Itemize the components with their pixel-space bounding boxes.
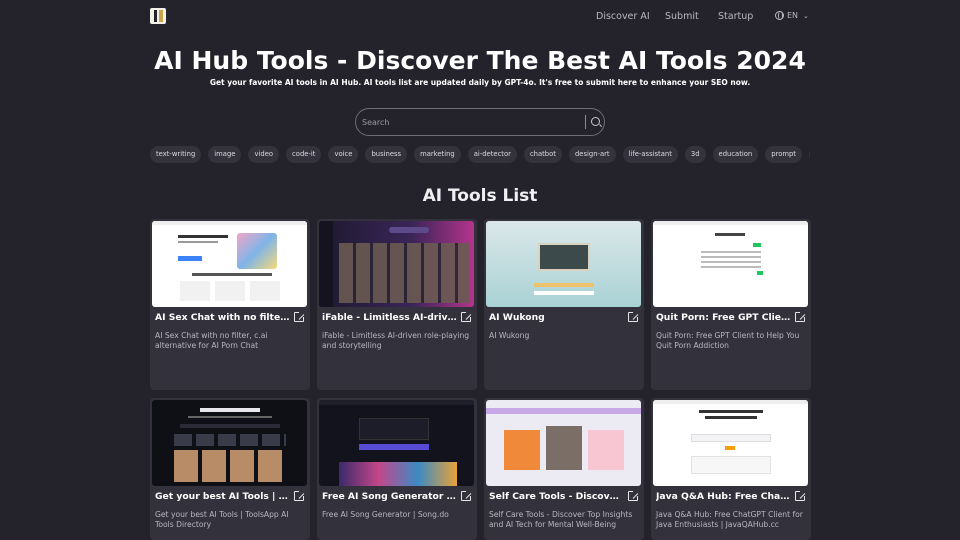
card-description: Quit Porn: Free GPT Client to Help You Q…	[656, 331, 800, 350]
card-title[interactable]: iFable - Limitless AI-driven role-playin…	[322, 312, 458, 323]
card-thumbnail	[486, 400, 641, 486]
external-link-icon[interactable]	[461, 311, 472, 322]
card-description: Java Q&A Hub: Free ChatGPT Client for Ja…	[656, 510, 803, 529]
tag-ai-detector[interactable]: ai-detector	[467, 146, 517, 163]
card-thumbnail	[486, 221, 641, 307]
tag-life-assistant[interactable]: life-assistant	[622, 146, 678, 163]
language-label: EN	[787, 11, 799, 20]
external-link-icon[interactable]	[628, 490, 639, 501]
tool-card[interactable]: AI Wukong AI Wukong	[484, 219, 644, 390]
card-description: Get your best AI Tools | ToolsApp AI Too…	[155, 510, 289, 529]
external-link-icon[interactable]	[628, 311, 639, 322]
card-thumbnail	[152, 400, 307, 486]
tag-voice[interactable]: voice	[328, 146, 359, 163]
search-divider	[585, 115, 586, 129]
language-selector[interactable]: EN ⌄	[775, 11, 809, 20]
card-thumbnail	[319, 221, 474, 307]
card-thumbnail	[152, 221, 307, 307]
tag-chatbot[interactable]: chatbot	[523, 146, 562, 163]
external-link-icon[interactable]	[461, 490, 472, 501]
card-thumbnail	[319, 400, 474, 486]
page-subtitle: Get your favorite AI tools in AI Hub. AI…	[209, 78, 751, 87]
external-link-icon[interactable]	[294, 311, 305, 322]
external-link-icon[interactable]	[795, 311, 806, 322]
tag-marketing[interactable]: marketing	[414, 146, 461, 163]
tag-education[interactable]: education	[712, 146, 759, 163]
tag-3d[interactable]: 3d	[684, 146, 706, 163]
header: Discover AI Submit Startup EN ⌄	[0, 0, 960, 32]
card-description: iFable - Limitless AI-driven role-playin…	[322, 331, 470, 350]
card-title[interactable]: Quit Porn: Free GPT Client to Help You Q…	[656, 312, 792, 323]
tool-card[interactable]: Free AI Song Generator | Song.do Free AI…	[317, 398, 477, 540]
card-title[interactable]: Free AI Song Generator | Song.do	[322, 491, 458, 502]
nav-startup[interactable]: Startup	[718, 11, 753, 22]
tag-text-writing[interactable]: text-writing	[150, 146, 202, 163]
tag-image[interactable]: image	[208, 146, 242, 163]
tag-code-it[interactable]: code-it	[286, 146, 322, 163]
card-title[interactable]: Java Q&A Hub: Free ChatGPT Client for Ja…	[656, 491, 792, 502]
tool-card[interactable]: Java Q&A Hub: Free ChatGPT Client for Ja…	[651, 398, 811, 540]
nav-submit[interactable]: Submit	[665, 11, 699, 22]
card-description: Self Care Tools - Discover Top Insights …	[489, 510, 633, 529]
tag-prompt[interactable]: prompt	[765, 146, 802, 163]
tool-card[interactable]: iFable - Limitless AI-driven role-playin…	[317, 219, 477, 390]
tool-card[interactable]: Quit Porn: Free GPT Client to Help You Q…	[651, 219, 811, 390]
tag-video[interactable]: video	[248, 146, 280, 163]
search-icon[interactable]	[591, 117, 600, 126]
tag-design-art[interactable]: design-art	[568, 146, 616, 163]
card-description: AI Sex Chat with no filter, c.ai alterna…	[155, 331, 268, 350]
tool-card[interactable]: AI Sex Chat with no filter, c.ai alterna…	[150, 219, 310, 390]
card-title[interactable]: Self Care Tools - Discover Top Insights …	[489, 491, 625, 502]
tag-business[interactable]: business	[365, 146, 408, 163]
logo[interactable]	[150, 8, 166, 24]
tool-card[interactable]: Self Care Tools - Discover Top Insights …	[484, 398, 644, 540]
tool-card[interactable]: Get your best AI Tools | ToolsApp AI Too…	[150, 398, 310, 540]
card-description: AI Wukong	[489, 331, 530, 340]
tag-productivity[interactable]: productivity	[808, 146, 810, 163]
external-link-icon[interactable]	[294, 490, 305, 501]
card-title[interactable]: AI Wukong	[489, 312, 625, 323]
globe-icon	[775, 11, 784, 20]
external-link-icon[interactable]	[795, 490, 806, 501]
card-description: Free AI Song Generator | Song.do	[322, 510, 449, 519]
nav-discover-ai[interactable]: Discover AI	[596, 11, 650, 22]
card-title[interactable]: AI Sex Chat with no filter, c.ai alterna…	[155, 312, 291, 323]
card-title[interactable]: Get your best AI Tools | ToolsApp AI Too…	[155, 491, 291, 502]
search-input[interactable]	[362, 113, 582, 131]
search-box	[355, 108, 605, 136]
card-thumbnail	[653, 400, 808, 486]
card-thumbnail	[653, 221, 808, 307]
page-title: AI Hub Tools - Discover The Best AI Tool…	[154, 46, 806, 75]
tag-list: text-writing image video code-it voice b…	[150, 146, 810, 164]
chevron-down-icon: ⌄	[803, 11, 809, 20]
section-title: AI Tools List	[422, 186, 538, 206]
